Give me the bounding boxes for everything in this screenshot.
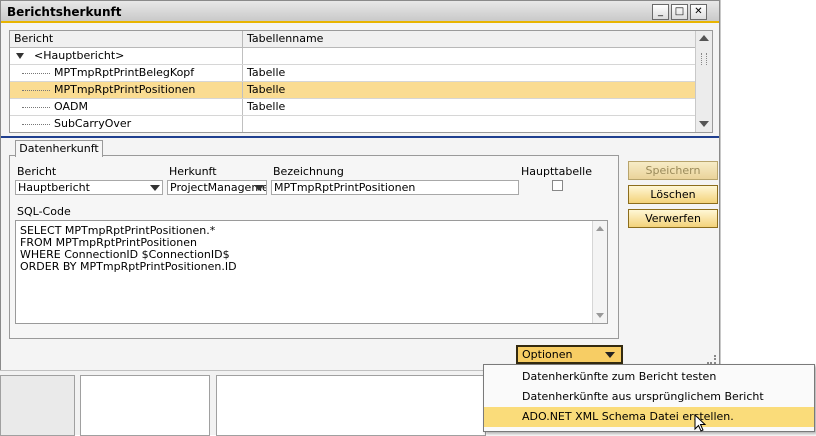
column-header-bericht[interactable]: Bericht [10, 31, 243, 48]
resize-grip-icon[interactable] [707, 355, 716, 364]
bezeichnung-label: Bezeichnung [273, 165, 344, 178]
optionen-label: Optionen [522, 348, 573, 361]
haupttabelle-label: Haupttabelle [521, 165, 592, 178]
grid-scrollbar[interactable] [695, 31, 712, 132]
sql-scrollbar[interactable] [592, 221, 607, 323]
background-panel [216, 375, 486, 436]
tabellenname-cell: Tabelle [247, 66, 286, 79]
menu-item-xml-schema[interactable]: ADO.NET XML Schema Datei erstellen. [484, 407, 814, 427]
scroll-grip-icon[interactable] [701, 53, 707, 65]
haupttabelle-checkbox[interactable] [552, 180, 563, 191]
chevron-down-icon [605, 352, 615, 358]
bezeichnung-field[interactable]: MPTmpRptPrintPositionen [271, 180, 519, 195]
optionen-button[interactable]: Optionen [516, 345, 623, 364]
scroll-down-icon[interactable] [596, 313, 604, 318]
chevron-down-icon [150, 185, 160, 191]
window-title: Berichtsherkunft [7, 5, 122, 19]
chevron-down-icon [254, 185, 264, 191]
report-source-grid: Bericht Tabellenname <Hauptbericht> MPTm… [9, 30, 713, 133]
scroll-up-icon[interactable] [596, 226, 604, 231]
row-label: MPTmpRptPrintPositionen [54, 83, 196, 96]
table-row[interactable]: SubCarryOver [10, 116, 696, 132]
menu-item-wiederherstellen[interactable]: Datenherkünfte aus ursprünglichem Berich… [484, 387, 814, 423]
separator-line [1, 136, 719, 138]
background-window [0, 370, 486, 436]
background-panel [80, 375, 210, 436]
bericht-cell: MPTmpRptPrintBelegKopf [10, 65, 243, 81]
background-panel [0, 375, 75, 436]
table-row-selected[interactable]: MPTmpRptPrintPositionen Tabelle [10, 82, 696, 99]
tree-line-icon [22, 124, 50, 125]
minimize-button[interactable]: _ [652, 4, 669, 20]
tree-line-icon [22, 73, 50, 74]
table-row[interactable]: OADM Tabelle [10, 99, 696, 116]
speichern-button[interactable]: Speichern [628, 161, 718, 180]
scroll-down-icon[interactable] [699, 121, 709, 127]
row-label: <Hauptbericht> [34, 49, 125, 62]
tabellenname-cell: Tabelle [247, 100, 286, 113]
verwerfen-button[interactable]: Verwerfen [628, 209, 718, 228]
herkunft-value: ProjectManageme [170, 181, 267, 194]
row-label: MPTmpRptPrintBelegKopf [54, 66, 195, 79]
maximize-button[interactable]: □ [671, 4, 688, 20]
optionen-menu: Datenherkünfte zum Bericht testen Datenh… [483, 364, 815, 432]
tab-datenherkunft[interactable]: Datenherkunft [15, 140, 103, 157]
bericht-cell: SubCarryOver [10, 116, 243, 132]
tree-line-icon [22, 107, 50, 108]
bericht-dropdown[interactable]: Hauptbericht [15, 180, 163, 195]
scroll-up-icon[interactable] [699, 35, 709, 41]
close-button[interactable]: ✕ [690, 4, 707, 20]
row-label: OADM [54, 100, 88, 113]
bericht-cell: <Hauptbericht> [10, 48, 243, 64]
tree-line-icon [22, 90, 50, 91]
sql-line: ORDER BY MPTmpRptPrintPositionen.ID [20, 260, 237, 273]
bericht-value: Hauptbericht [18, 181, 90, 194]
mouse-cursor-icon [694, 414, 707, 432]
table-row[interactable]: MPTmpRptPrintBelegKopf Tabelle [10, 65, 696, 82]
grid-header: Bericht Tabellenname [10, 31, 696, 48]
background-area [720, 0, 816, 370]
tabellenname-cell: Tabelle [247, 83, 286, 96]
sql-code-label: SQL-Code [17, 205, 71, 218]
bericht-cell: OADM [10, 99, 243, 115]
sql-code-editor[interactable]: SELECT MPTmpRptPrintPositionen.* FROM MP… [15, 220, 608, 324]
herkunft-label: Herkunft [169, 165, 217, 178]
table-row[interactable]: <Hauptbericht> [10, 48, 696, 65]
berichtsherkunft-window: Berichtsherkunft _ □ ✕ Bericht Tabellenn… [0, 0, 720, 370]
bericht-label: Bericht [17, 165, 57, 178]
menu-item-testen[interactable]: Datenherkünfte zum Bericht testen [484, 367, 814, 387]
title-bar[interactable]: Berichtsherkunft _ □ ✕ [1, 1, 719, 23]
loeschen-button[interactable]: Löschen [628, 185, 718, 204]
bericht-cell: MPTmpRptPrintPositionen [10, 82, 243, 98]
row-label: SubCarryOver [54, 117, 132, 130]
column-header-tabellenname[interactable]: Tabellenname [243, 31, 696, 48]
herkunft-dropdown[interactable]: ProjectManageme [167, 180, 267, 195]
collapse-arrow-icon[interactable] [16, 53, 24, 59]
